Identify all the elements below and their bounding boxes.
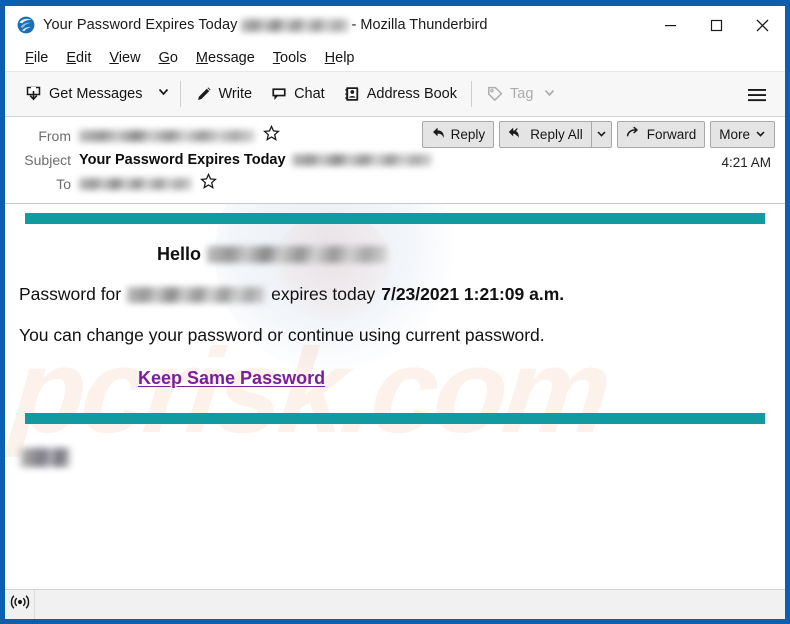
menu-edit[interactable]: Edit <box>57 48 100 68</box>
broadcast-online-icon <box>10 594 30 615</box>
get-messages-button[interactable]: Get Messages <box>15 77 152 111</box>
tag-icon <box>486 85 504 103</box>
password-expiry-line: Password for expires today 7/23/2021 1:2… <box>19 284 785 305</box>
subject-value: Your Password Expires Today <box>79 152 286 168</box>
message-header: From Subject Your Password Expires Today <box>5 117 785 204</box>
connection-status-cell[interactable] <box>5 590 35 619</box>
window-title-redacted-address <box>240 18 349 32</box>
menu-file[interactable]: File <box>16 48 57 68</box>
get-messages-label: Get Messages <box>49 86 143 102</box>
chat-button[interactable]: Chat <box>261 77 334 111</box>
password-line-middle: expires today <box>271 284 376 304</box>
chevron-down-icon <box>596 126 607 144</box>
password-line-prefix: Password for <box>19 284 122 304</box>
to-address-redacted <box>79 178 192 190</box>
chat-bubble-icon <box>270 85 288 103</box>
forward-arrow-icon <box>626 126 642 143</box>
reply-all-dropdown[interactable] <box>590 122 611 147</box>
greeting-text: Hello <box>157 244 202 264</box>
header-row-subject: Subject Your Password Expires Today <box>5 148 785 172</box>
write-label: Write <box>218 86 253 102</box>
menu-message[interactable]: Message <box>187 48 264 68</box>
inbox-download-icon <box>24 85 43 104</box>
message-actions: Reply Reply All Forward More <box>421 121 775 148</box>
subject-address-redacted <box>291 154 432 166</box>
reply-all-arrow-icon <box>508 126 525 143</box>
write-button[interactable]: Write <box>186 77 262 111</box>
reply-all-split-button: Reply All <box>499 121 612 148</box>
cta-container: Keep Same Password <box>138 368 785 389</box>
star-outline-icon[interactable] <box>263 124 280 147</box>
menu-tools[interactable]: Tools <box>264 48 316 68</box>
message-timestamp: 4:21 AM <box>721 155 771 170</box>
reply-button[interactable]: Reply <box>421 121 495 148</box>
greeting-line: Hello <box>157 244 785 265</box>
header-row-to: To <box>5 172 785 196</box>
forward-button[interactable]: Forward <box>616 121 706 148</box>
thunderbird-icon <box>17 16 35 34</box>
reply-arrow-icon <box>431 126 446 143</box>
window-client-area: Your Password Expires Today - Mozilla Th… <box>5 6 785 619</box>
teal-rule-container <box>5 413 785 424</box>
more-label: More <box>719 127 750 142</box>
keep-same-password-link[interactable]: Keep Same Password <box>138 368 325 388</box>
maximize-button[interactable] <box>693 6 739 44</box>
more-button[interactable]: More <box>710 121 775 148</box>
app-menu-button[interactable] <box>743 78 771 112</box>
status-bar <box>5 589 785 619</box>
forward-label: Forward <box>646 127 697 142</box>
tag-button[interactable]: Tag <box>477 77 565 111</box>
chevron-down-icon <box>157 85 170 103</box>
tag-label: Tag <box>510 86 534 102</box>
window-controls <box>647 6 785 44</box>
window-title-suffix: - Mozilla Thunderbird <box>351 17 488 33</box>
menu-go[interactable]: Go <box>150 48 187 68</box>
toolbar-divider-2 <box>471 81 472 107</box>
star-outline-icon[interactable] <box>200 172 217 195</box>
reply-all-button[interactable]: Reply All <box>500 122 591 147</box>
pencil-icon <box>195 85 213 103</box>
reply-label: Reply <box>450 127 486 142</box>
expiry-datetime: 7/23/2021 1:21:09 a.m. <box>381 284 565 304</box>
toolbar-divider-1 <box>179 81 181 107</box>
teal-horizontal-rule-bottom <box>25 413 765 424</box>
menu-view[interactable]: View <box>100 48 149 68</box>
chevron-down-icon <box>543 86 556 103</box>
reply-all-label: Reply All <box>530 127 583 142</box>
message-body-content: Hello Password for expires today 7/23/20… <box>5 213 785 467</box>
from-label: From <box>38 128 71 144</box>
password-account-redacted <box>127 286 266 303</box>
footer-domain-redacted <box>20 448 70 467</box>
message-body: pcrisk.com Hello Password for expires to… <box>5 204 785 589</box>
subject-label: Subject <box>24 152 71 168</box>
window-title-prefix: Your Password Expires Today <box>43 17 238 33</box>
menu-help[interactable]: Help <box>316 48 364 68</box>
address-book-icon <box>343 85 361 103</box>
menu-bar: File Edit View Go Message Tools Help <box>5 44 785 72</box>
hamburger-menu-icon <box>747 87 767 103</box>
address-book-label: Address Book <box>366 86 457 102</box>
greeting-recipient-redacted <box>207 246 388 263</box>
to-label: To <box>56 176 71 192</box>
close-button[interactable] <box>739 6 785 44</box>
address-book-button[interactable]: Address Book <box>334 77 466 111</box>
main-toolbar: Get Messages Write Chat Address Book Tag <box>5 72 785 117</box>
minimize-button[interactable] <box>647 6 693 44</box>
chevron-down-icon <box>755 127 766 142</box>
from-address-redacted <box>79 130 255 142</box>
title-bar: Your Password Expires Today - Mozilla Th… <box>5 6 785 44</box>
chat-label: Chat <box>294 86 325 102</box>
teal-horizontal-rule-top <box>25 213 765 224</box>
instruction-line: You can change your password or continue… <box>19 325 545 345</box>
get-messages-dropdown[interactable] <box>152 77 175 111</box>
application-window: Your Password Expires Today - Mozilla Th… <box>0 0 790 624</box>
